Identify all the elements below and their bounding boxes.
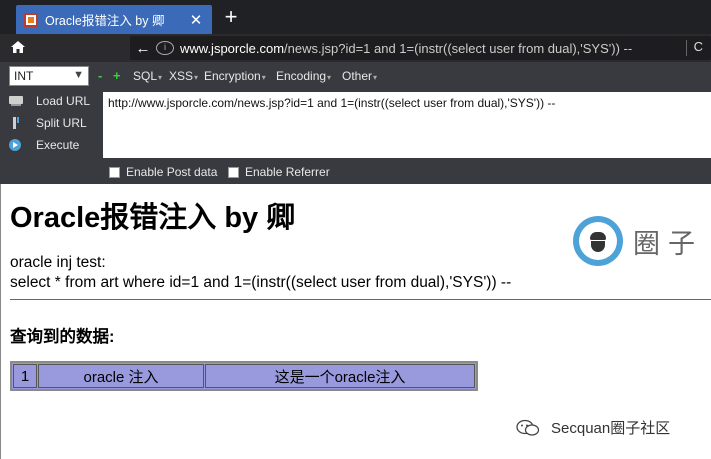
divider bbox=[10, 299, 711, 300]
enable-referrer-checkbox[interactable]: Enable Referrer bbox=[228, 165, 330, 179]
hackbar-options: Enable Post data Enable Referrer bbox=[0, 160, 711, 184]
menu-sql-label: SQL bbox=[133, 69, 158, 83]
test-label: oracle inj test: bbox=[10, 254, 106, 271]
web-page: Oracle报错注入 by 卿 圈子 oracle inj test: sele… bbox=[0, 184, 711, 459]
reload-icon[interactable]: C bbox=[694, 39, 703, 54]
checkbox-box[interactable] bbox=[228, 166, 239, 178]
table-cell-id: 1 bbox=[13, 364, 37, 388]
menu-encryption[interactable]: Encryption▾ bbox=[204, 69, 266, 83]
menu-xss-label: XSS bbox=[169, 69, 194, 83]
logo-inner bbox=[579, 222, 617, 260]
url-path: /news.jsp?id=1 and 1=(instr((select user… bbox=[284, 40, 633, 56]
dropdown-arrow-icon: ▾ bbox=[373, 73, 378, 82]
address-bar[interactable]: ← i www.jsporcle.com/news.jsp?id=1 and 1… bbox=[130, 36, 711, 60]
close-tab-icon[interactable]: ✕ bbox=[186, 11, 206, 29]
increment-button[interactable]: + bbox=[113, 68, 121, 83]
menu-encoding-label: Encoding bbox=[276, 69, 327, 83]
menu-other-label: Other bbox=[342, 69, 373, 83]
play-icon bbox=[9, 139, 21, 151]
chevron-down-icon: ▼ bbox=[73, 69, 84, 81]
checkbox-box[interactable] bbox=[109, 166, 120, 178]
table-cell-content: 这是一个oracle注入 bbox=[205, 364, 475, 388]
watermark: Secquan圈子社区 bbox=[515, 417, 670, 438]
tab-title: Oracle报错注入 by 卿 bbox=[45, 14, 165, 28]
navigation-bar: ← i www.jsporcle.com/news.jsp?id=1 and 1… bbox=[0, 34, 711, 62]
split-url-label: Split URL bbox=[36, 116, 87, 130]
type-select[interactable]: INT ▼ bbox=[9, 66, 89, 86]
enable-referrer-label: Enable Referrer bbox=[245, 165, 330, 179]
browser-window: Oracle报错注入 by 卿 ✕ + ← i www.jsporcle.com… bbox=[0, 0, 711, 459]
quanzi-logo-icon bbox=[573, 216, 623, 266]
page-favicon-icon bbox=[24, 12, 38, 27]
logo-face bbox=[591, 241, 605, 252]
sql-query-text: select * from art where id=1 and 1=(inst… bbox=[10, 274, 512, 291]
menu-encryption-label: Encryption bbox=[204, 69, 261, 83]
wechat-icon bbox=[516, 419, 540, 436]
decrement-button[interactable]: - bbox=[98, 68, 102, 83]
watermark-text: Secquan圈子社区 bbox=[551, 420, 671, 437]
back-arrow-icon[interactable]: ← bbox=[130, 40, 156, 57]
logo-text: 圈子 bbox=[633, 229, 703, 260]
table-cell-title: oracle 注入 bbox=[38, 364, 204, 388]
results-table: 1 oracle 注入 这是一个oracle注入 bbox=[10, 361, 478, 391]
hackbar-url-textarea[interactable]: http://www.jsporcle.com/news.jsp?id=1 an… bbox=[103, 92, 711, 158]
split-url-icon bbox=[13, 117, 19, 129]
tab-bar: Oracle报错注入 by 卿 ✕ + bbox=[0, 0, 711, 34]
load-url-icon bbox=[9, 96, 23, 106]
new-tab-button[interactable]: + bbox=[220, 5, 242, 29]
url-host: www.jsporcle.com bbox=[180, 40, 285, 56]
menu-encoding[interactable]: Encoding▾ bbox=[276, 69, 331, 83]
address-url[interactable]: www.jsporcle.com/news.jsp?id=1 and 1=(in… bbox=[180, 41, 632, 56]
dropdown-arrow-icon: ▾ bbox=[158, 73, 163, 82]
page-heading: Oracle报错注入 by 卿 bbox=[10, 202, 296, 234]
results-heading: 查询到的数据: bbox=[10, 328, 115, 346]
enable-post-data-checkbox[interactable]: Enable Post data bbox=[109, 165, 217, 179]
menu-other[interactable]: Other▾ bbox=[342, 69, 377, 83]
dropdown-arrow-icon: ▾ bbox=[261, 73, 266, 82]
address-separator bbox=[686, 40, 687, 56]
home-icon[interactable] bbox=[10, 39, 26, 55]
split-url-button[interactable]: Split URL bbox=[8, 114, 87, 132]
load-url-label: Load URL bbox=[36, 94, 91, 108]
menu-xss[interactable]: XSS▾ bbox=[169, 69, 198, 83]
dropdown-arrow-icon: ▾ bbox=[327, 73, 332, 82]
execute-button[interactable]: Execute bbox=[8, 136, 79, 154]
execute-label: Execute bbox=[36, 138, 80, 152]
type-select-value: INT bbox=[14, 69, 34, 83]
menu-sql[interactable]: SQL▾ bbox=[133, 69, 162, 83]
hackbar-body: Load URL Split URL Execute http://www.js… bbox=[0, 90, 711, 160]
dropdown-arrow-icon: ▾ bbox=[194, 73, 199, 82]
load-url-button[interactable]: Load URL bbox=[8, 92, 90, 110]
hackbar-menu: INT ▼ - + SQL▾ XSS▾ Encryption▾ Encoding… bbox=[0, 62, 711, 90]
active-tab[interactable]: Oracle报错注入 by 卿 ✕ bbox=[16, 5, 212, 34]
enable-post-data-label: Enable Post data bbox=[126, 165, 218, 179]
logo-hat bbox=[590, 232, 606, 240]
site-info-icon[interactable]: i bbox=[156, 41, 174, 55]
